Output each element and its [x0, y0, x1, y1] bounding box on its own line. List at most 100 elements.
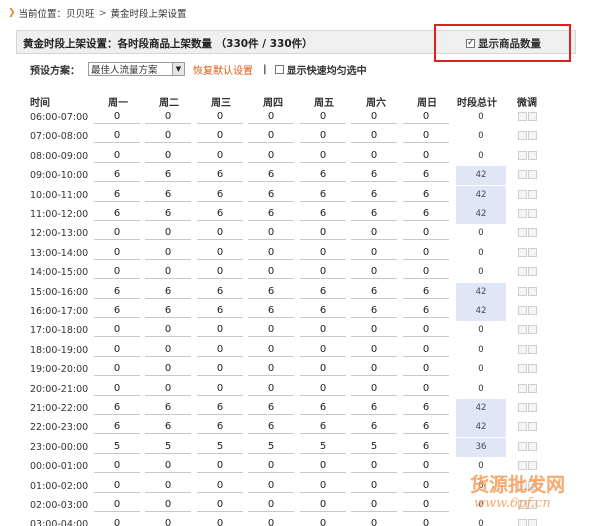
- quantity-input[interactable]: 0: [300, 343, 346, 357]
- quantity-input[interactable]: 6: [94, 401, 140, 415]
- quantity-input[interactable]: 6: [300, 420, 346, 435]
- breadcrumb-parent[interactable]: 贝贝旺: [66, 6, 95, 20]
- decrease-icon[interactable]: [528, 189, 537, 199]
- quantity-input[interactable]: 0: [248, 459, 294, 474]
- increase-icon[interactable]: [518, 364, 527, 374]
- quantity-input[interactable]: 6: [197, 207, 243, 221]
- quantity-input[interactable]: 6: [403, 207, 449, 221]
- quantity-input[interactable]: 0: [351, 362, 397, 377]
- quantity-input[interactable]: 6: [94, 285, 140, 299]
- quantity-input[interactable]: 0: [403, 498, 449, 512]
- quantity-input[interactable]: 6: [94, 304, 140, 318]
- quantity-input[interactable]: 0: [248, 246, 294, 260]
- quantity-input[interactable]: 6: [197, 168, 243, 183]
- quantity-input[interactable]: 0: [248, 265, 294, 280]
- quantity-input[interactable]: 0: [248, 110, 294, 124]
- decrease-icon[interactable]: [528, 131, 537, 141]
- quantity-input[interactable]: 0: [300, 323, 346, 338]
- increase-icon[interactable]: [518, 131, 527, 141]
- quantity-input[interactable]: 0: [351, 517, 397, 526]
- quantity-input[interactable]: 6: [248, 168, 294, 183]
- quantity-input[interactable]: 6: [197, 420, 243, 435]
- decrease-icon[interactable]: [528, 441, 537, 451]
- quantity-input[interactable]: 0: [248, 382, 294, 396]
- decrease-icon[interactable]: [528, 364, 537, 374]
- quantity-input[interactable]: 6: [351, 401, 397, 415]
- quantity-input[interactable]: 6: [145, 420, 191, 435]
- quantity-input[interactable]: 6: [403, 188, 449, 202]
- increase-icon[interactable]: [518, 325, 527, 335]
- quantity-input[interactable]: 0: [94, 479, 140, 493]
- quantity-input[interactable]: 0: [351, 323, 397, 338]
- decrease-icon[interactable]: [528, 344, 537, 354]
- decrease-icon[interactable]: [528, 286, 537, 296]
- increase-icon[interactable]: [518, 306, 527, 315]
- decrease-icon[interactable]: [528, 170, 537, 180]
- quantity-input[interactable]: 6: [145, 207, 191, 221]
- quantity-input[interactable]: 6: [403, 440, 449, 454]
- quantity-input[interactable]: 6: [403, 285, 449, 299]
- quantity-input[interactable]: 0: [300, 459, 346, 474]
- decrease-icon[interactable]: [528, 150, 537, 160]
- quantity-input[interactable]: 5: [197, 440, 243, 454]
- decrease-icon[interactable]: [528, 112, 537, 121]
- quantity-input[interactable]: 0: [248, 149, 294, 163]
- increase-icon[interactable]: [518, 267, 527, 277]
- quantity-input[interactable]: 0: [403, 459, 449, 474]
- quantity-input[interactable]: 0: [94, 265, 140, 280]
- quantity-input[interactable]: 0: [197, 479, 243, 493]
- quantity-input[interactable]: 0: [351, 129, 397, 144]
- quantity-input[interactable]: 0: [403, 129, 449, 144]
- quantity-input[interactable]: 0: [300, 517, 346, 526]
- decrease-icon[interactable]: [528, 422, 537, 432]
- quantity-input[interactable]: 6: [145, 188, 191, 202]
- quantity-input[interactable]: 6: [248, 207, 294, 221]
- quantity-input[interactable]: 0: [197, 459, 243, 474]
- quantity-input[interactable]: 0: [197, 517, 243, 526]
- decrease-icon[interactable]: [528, 228, 537, 238]
- quantity-input[interactable]: 6: [197, 188, 243, 202]
- quantity-input[interactable]: 6: [300, 285, 346, 299]
- quantity-input[interactable]: 6: [300, 168, 346, 183]
- quantity-input[interactable]: 6: [145, 168, 191, 183]
- decrease-icon[interactable]: [528, 403, 537, 412]
- quantity-input[interactable]: 6: [403, 420, 449, 435]
- quantity-input[interactable]: 0: [351, 246, 397, 260]
- quantity-input[interactable]: 0: [300, 129, 346, 144]
- quantity-input[interactable]: 0: [197, 246, 243, 260]
- quantity-input[interactable]: 0: [403, 343, 449, 357]
- quantity-input[interactable]: 0: [197, 362, 243, 377]
- quantity-input[interactable]: 5: [145, 440, 191, 454]
- quantity-input[interactable]: 0: [145, 129, 191, 144]
- quantity-input[interactable]: 6: [94, 420, 140, 435]
- quantity-input[interactable]: 0: [248, 226, 294, 241]
- quantity-input[interactable]: 0: [145, 362, 191, 377]
- quantity-input[interactable]: 0: [145, 246, 191, 260]
- quantity-input[interactable]: 0: [197, 129, 243, 144]
- quantity-input[interactable]: 0: [403, 246, 449, 260]
- quantity-input[interactable]: 0: [351, 498, 397, 512]
- quantity-input[interactable]: 0: [300, 265, 346, 280]
- quantity-input[interactable]: 0: [300, 226, 346, 241]
- quantity-input[interactable]: 0: [94, 246, 140, 260]
- quantity-input[interactable]: 6: [403, 304, 449, 318]
- quantity-input[interactable]: 6: [145, 285, 191, 299]
- increase-icon[interactable]: [518, 247, 527, 257]
- quantity-input[interactable]: 0: [351, 226, 397, 241]
- increase-icon[interactable]: [518, 228, 527, 238]
- quantity-input[interactable]: 0: [351, 149, 397, 163]
- quantity-input[interactable]: 0: [145, 459, 191, 474]
- quick-select-checkbox[interactable]: [274, 64, 284, 74]
- quantity-input[interactable]: 0: [197, 343, 243, 357]
- quantity-input[interactable]: 0: [145, 498, 191, 512]
- quantity-input[interactable]: 6: [248, 401, 294, 415]
- quantity-input[interactable]: 0: [94, 459, 140, 474]
- quantity-input[interactable]: 6: [351, 304, 397, 318]
- quantity-input[interactable]: 0: [197, 149, 243, 163]
- quantity-input[interactable]: 6: [403, 168, 449, 183]
- quantity-input[interactable]: 0: [248, 517, 294, 526]
- quantity-input[interactable]: 0: [94, 517, 140, 526]
- quantity-input[interactable]: 6: [145, 401, 191, 415]
- quantity-input[interactable]: 0: [248, 343, 294, 357]
- quantity-input[interactable]: 0: [145, 110, 191, 124]
